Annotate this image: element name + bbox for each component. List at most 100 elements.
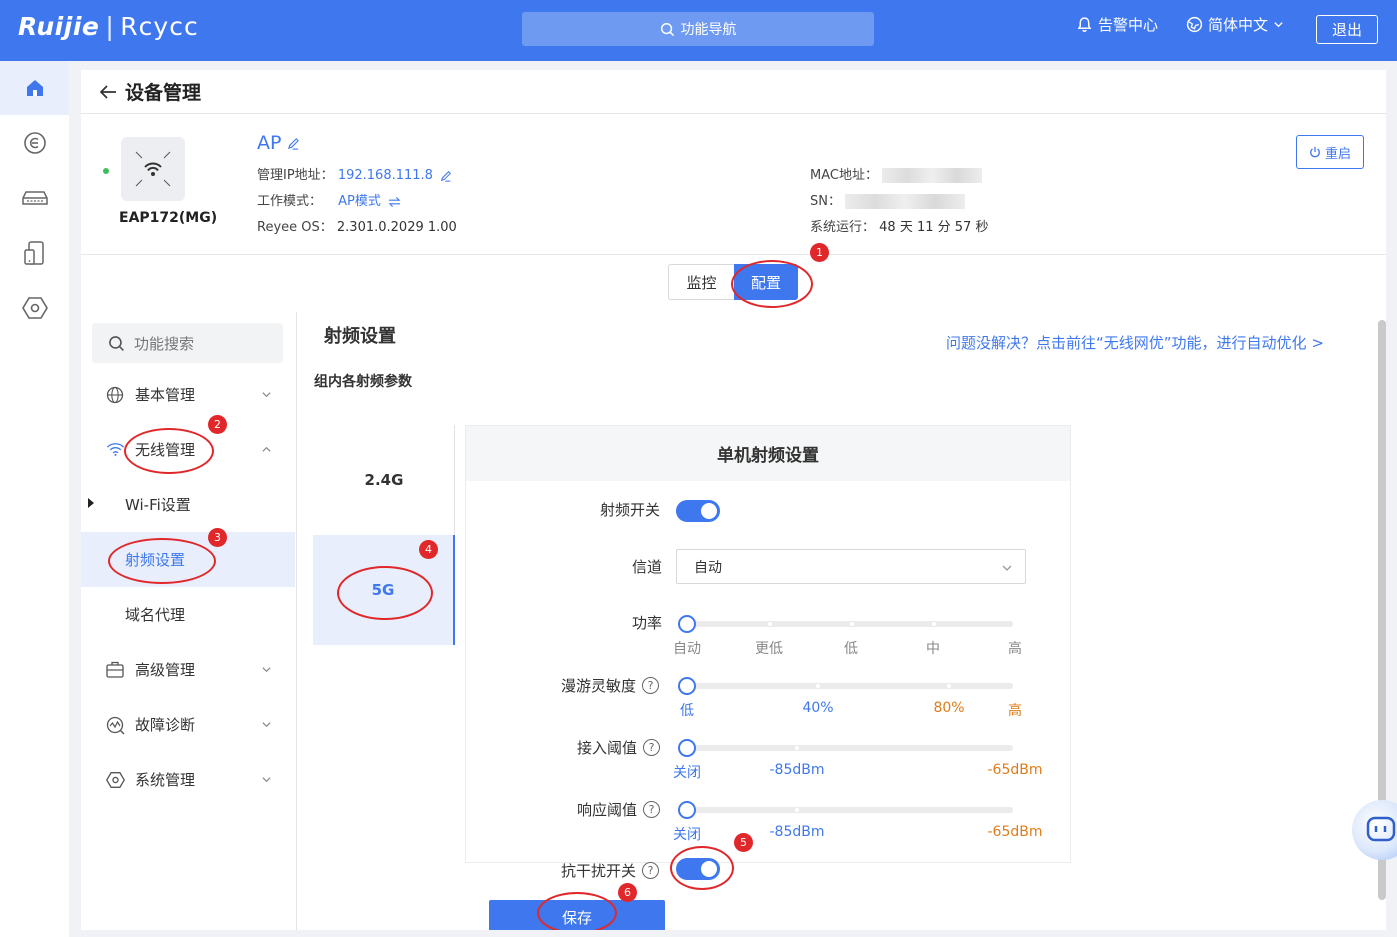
tab-config[interactable]: 配置 [734,264,798,300]
label-text: 功率 [632,614,663,632]
globe-icon [106,386,124,404]
ruijie-reyee-logo[interactable]: Ruijie | Rcycc [18,12,199,41]
globe-icon [1186,16,1203,33]
caret-right-icon [88,498,94,508]
menu-radio-settings[interactable]: 射频设置 [81,532,295,587]
nav-network[interactable] [0,116,69,170]
band-tab-2g[interactable]: 2.4G [313,425,455,535]
label-text: 抗干扰开关 [561,862,637,880]
menu-wireless-management[interactable]: 无线管理 [81,422,295,477]
help-icon[interactable]: ? [642,862,660,879]
alarm-label: 告警中心 [1098,16,1159,34]
slider-tick [850,622,854,626]
logo-separator: | [105,12,115,41]
help-icon[interactable]: ? [643,801,661,818]
language-select[interactable]: 简体中文 [1186,14,1284,35]
menu-system-management[interactable]: 系统管理 [81,752,295,807]
annotation-badge-4: 4 [419,540,438,559]
mac-label: MAC地址： [810,168,878,183]
page-header: 设备管理 [81,70,1386,114]
power-slider-thumb[interactable] [678,615,696,633]
sidebar-collapse-handle[interactable] [81,485,100,521]
network-icon [23,132,46,154]
language-label: 简体中文 [1208,16,1269,34]
channel-select[interactable]: 自动 [676,549,1026,584]
alarm-center-button[interactable]: 告警中心 [1076,14,1158,35]
device-image [121,137,185,201]
search-icon [660,22,674,36]
nav-switch-devices[interactable] [0,171,69,225]
menu-label: 高级管理 [135,661,196,679]
edit-ip-icon[interactable] [440,170,452,182]
sn-value-redacted [845,194,966,209]
access-threshold-slider-track[interactable] [687,745,1013,751]
menu-label: 射频设置 [125,551,186,569]
sn-row: SN： [810,190,966,209]
response-threshold-slider-thumb[interactable] [678,801,696,819]
menu-wifi-settings[interactable]: Wi-Fi设置 [81,477,295,532]
nav-system[interactable] [0,281,69,335]
restart-button[interactable]: 重启 [1296,135,1364,169]
anti-interference-toggle[interactable] [676,858,720,880]
os-value: 2.301.0.2029 1.00 [336,220,457,235]
access-point-icon [135,151,171,187]
logo-product-text: Rcycc [120,12,199,41]
power-tick-label: 中 [926,641,940,657]
page-title: 设备管理 [125,82,202,104]
restart-label: 重启 [1324,146,1351,162]
help-icon[interactable]: ? [643,739,661,756]
logout-button[interactable]: 退出 [1316,15,1378,44]
power-slider-track[interactable] [687,621,1013,627]
access-threshold-tick-label: -85dBm [769,762,825,778]
power-label: 功率 [632,612,662,633]
label-text: 漫游灵敏度 [561,677,637,695]
search-icon [109,335,124,351]
top-bar: Ruijie | Rcycc 功能导航 告警中心 简体中文 退出 [0,0,1397,61]
slider-tick [768,622,772,626]
annotation-badge-5: 5 [734,833,753,852]
nav-home[interactable] [0,61,69,115]
roaming-slider-thumb[interactable] [678,677,696,695]
access-threshold-tick-label: 关闭 [673,765,701,781]
power-tick-label: 自动 [673,641,701,657]
radio-switch-toggle[interactable] [676,500,720,522]
menu-fault-diagnosis[interactable]: 故障诊断 [81,697,295,752]
chevron-down-icon [262,722,271,728]
roaming-tick-label: 低 [680,703,694,719]
wireless-optimization-link[interactable]: 问题没解决？点击前往“无线网优”功能，进行自动优化 > [946,332,1324,353]
roaming-slider-track[interactable] [687,683,1013,689]
back-arrow-icon[interactable] [99,84,117,100]
switch-mode-icon[interactable] [388,196,401,208]
menu-dns-proxy[interactable]: 域名代理 [81,587,295,642]
menu-label: 基本管理 [135,386,196,404]
roaming-tick-label: 80% [933,700,965,716]
edit-name-icon[interactable] [287,137,300,150]
os-label: Reyee OS： [257,220,333,235]
menu-label: 域名代理 [125,606,186,624]
device-name: AP [257,132,300,154]
briefcase-icon [106,661,124,678]
nav-clients[interactable] [0,226,69,280]
help-icon[interactable]: ? [642,677,660,694]
chevron-up-icon [262,446,271,452]
menu-advanced-management[interactable]: 高级管理 [81,642,295,697]
chevron-down-icon [262,777,271,783]
menu-label: 无线管理 [135,441,196,459]
response-threshold-slider-track[interactable] [687,807,1013,813]
access-threshold-slider-thumb[interactable] [678,739,696,757]
save-button[interactable]: 保存 [489,900,665,930]
power-tick-label: 低 [844,641,858,657]
function-search-input[interactable]: 功能搜索 [92,323,283,363]
mode-label: 工作模式： [257,194,323,209]
function-navigation-search[interactable]: 功能导航 [522,12,874,46]
label-text: 接入阈值 [577,739,638,757]
menu-label: 故障诊断 [135,716,196,734]
menu-basic-management[interactable]: 基本管理 [81,367,295,422]
logo-brand-text: Ruijie [18,12,100,41]
group-title: 组内各射频参数 [314,374,412,390]
roaming-sensitivity-label: 漫游灵敏度? [561,675,660,696]
assistant-robot-icon[interactable] [1352,800,1397,860]
chevron-down-icon [262,667,271,673]
search-label: 功能导航 [680,22,737,38]
tab-monitor[interactable]: 监控 [668,264,734,300]
